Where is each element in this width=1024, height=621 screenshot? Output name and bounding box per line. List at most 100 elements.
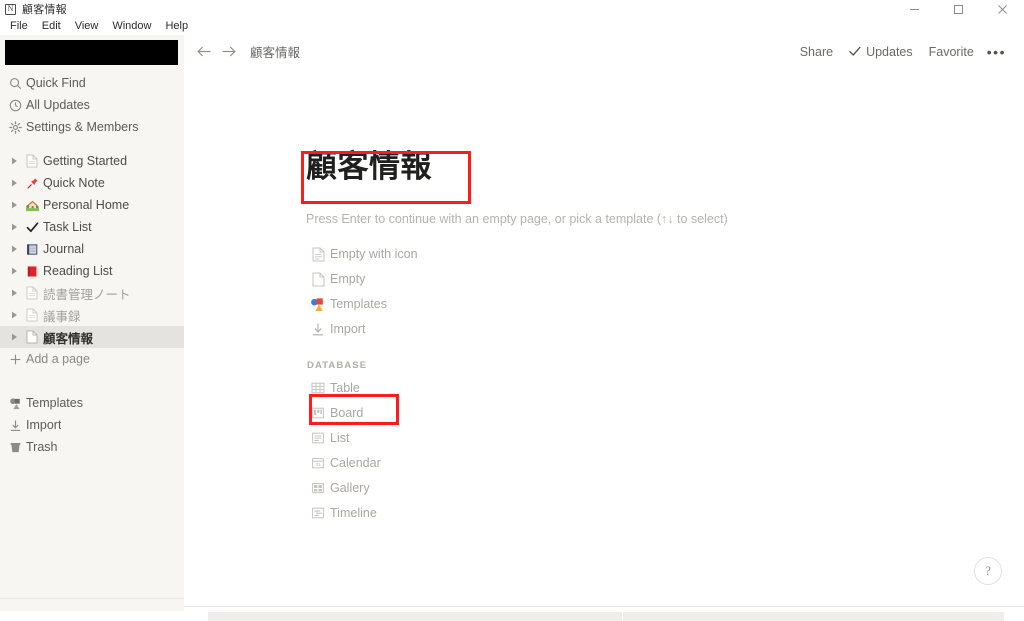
template-option-list: Empty with icon Empty Templates Import xyxy=(302,242,1024,342)
menu-view[interactable]: View xyxy=(68,18,106,35)
database-option-timeline[interactable]: Timeline xyxy=(302,501,1024,526)
sidebar-page-quick-note[interactable]: Quick Note xyxy=(0,172,184,194)
database-option-board[interactable]: Board xyxy=(302,401,1024,426)
sidebar-item-trash[interactable]: Trash xyxy=(0,436,184,458)
sidebar-item-label: Templates xyxy=(26,396,83,410)
blank-page-icon xyxy=(22,330,42,344)
timeline-icon xyxy=(306,506,330,520)
template-hint-text: Press Enter to continue with an empty pa… xyxy=(306,211,728,226)
share-button[interactable]: Share xyxy=(792,45,841,59)
blank-page-icon xyxy=(22,286,42,300)
template-option-label: Empty xyxy=(330,272,366,287)
sidebar-page-getting-started[interactable]: Getting Started xyxy=(0,150,184,172)
database-option-calendar[interactable]: 31 Calendar xyxy=(302,451,1024,476)
maximize-icon[interactable] xyxy=(936,0,980,18)
database-option-list[interactable]: List xyxy=(302,426,1024,451)
sidebar-item-label: Settings & Members xyxy=(26,120,139,134)
breadcrumb[interactable]: 顧客情報 xyxy=(250,42,300,61)
updates-button[interactable]: Updates xyxy=(841,45,921,59)
window-title: 顧客情報 xyxy=(22,4,67,16)
scrollbar-thumb[interactable] xyxy=(208,612,1004,621)
check-mark-emoji xyxy=(22,221,42,234)
sidebar-page-label: Task List xyxy=(43,220,92,234)
sidebar-item-templates[interactable]: Templates xyxy=(0,392,184,414)
calendar-icon: 31 xyxy=(306,456,330,470)
workspace-switcher-redacted[interactable] xyxy=(5,40,178,65)
plus-icon xyxy=(9,353,26,366)
check-icon xyxy=(849,46,861,57)
chevron-right-icon[interactable] xyxy=(6,289,22,297)
database-option-label: List xyxy=(330,431,350,446)
menu-help[interactable]: Help xyxy=(158,18,195,35)
sidebar-nav-group: Quick Find All Updates Settings & Member… xyxy=(0,72,184,138)
sidebar-page-label: 議事録 xyxy=(43,309,81,324)
chevron-right-icon[interactable] xyxy=(6,223,22,231)
menu-window[interactable]: Window xyxy=(105,18,158,35)
sidebar-item-import[interactable]: Import xyxy=(0,414,184,436)
sidebar-page-label: Reading List xyxy=(43,264,113,278)
closed-book-emoji xyxy=(22,265,42,278)
database-option-table[interactable]: Table xyxy=(302,376,1024,401)
help-button[interactable]: ? xyxy=(974,557,1002,585)
database-option-label: Gallery xyxy=(330,481,370,496)
sidebar-item-label: All Updates xyxy=(26,98,90,112)
sidebar-item-all-updates[interactable]: All Updates xyxy=(0,94,184,116)
favorite-label: Favorite xyxy=(928,44,974,59)
more-options-button[interactable]: ••• xyxy=(982,45,1015,59)
page-with-icon-icon xyxy=(306,247,330,262)
close-icon[interactable] xyxy=(980,0,1024,18)
sidebar-page-dokusho-kanri-note[interactable]: 読書管理ノート xyxy=(0,282,184,304)
sidebar-page-gijiroku[interactable]: 議事録 xyxy=(0,304,184,326)
menu-edit[interactable]: Edit xyxy=(35,18,68,35)
templates-icon xyxy=(9,397,26,410)
sidebar-item-label: Quick Find xyxy=(26,76,86,90)
sidebar-add-a-page-button[interactable]: Add a page xyxy=(0,348,184,370)
chevron-right-icon[interactable] xyxy=(6,267,22,275)
database-option-list: Table Board List 31 Calendar Gallery Tim… xyxy=(302,376,1024,526)
arrow-left-icon[interactable] xyxy=(197,45,212,58)
gear-icon xyxy=(9,120,26,134)
page-topbar: 顧客情報 Share Updates Favorite ••• xyxy=(184,35,1024,68)
database-option-label: Calendar xyxy=(330,456,381,471)
gallery-icon xyxy=(306,481,330,495)
page-title[interactable]: 顧客情報 xyxy=(302,148,436,186)
blank-page-icon xyxy=(22,154,42,168)
sidebar-page-task-list[interactable]: Task List xyxy=(0,216,184,238)
chevron-right-icon[interactable] xyxy=(6,311,22,319)
template-option-templates[interactable]: Templates xyxy=(302,292,1024,317)
scrollbar-seam xyxy=(622,612,623,621)
sidebar-page-journal[interactable]: Journal xyxy=(0,238,184,260)
main-content: 顧客情報 Share Updates Favorite ••• 顧客情報 Pre… xyxy=(184,35,1024,607)
favorite-button[interactable]: Favorite xyxy=(921,45,982,59)
sidebar-item-settings-members[interactable]: Settings & Members xyxy=(0,116,184,138)
template-option-empty-with-icon[interactable]: Empty with icon xyxy=(302,242,1024,267)
sidebar-page-kokyaku-joho[interactable]: 顧客情報 xyxy=(0,326,184,348)
chevron-right-icon[interactable] xyxy=(6,333,22,341)
page-body: 顧客情報 Press Enter to continue with an emp… xyxy=(184,68,1024,526)
trash-icon xyxy=(9,441,26,454)
notion-app-icon: N xyxy=(5,3,16,15)
sidebar-item-label: Import xyxy=(26,418,62,432)
chevron-right-icon[interactable] xyxy=(6,179,22,187)
sidebar-page-reading-list[interactable]: Reading List xyxy=(0,260,184,282)
notion-app-window: N 顧客情報 File Edit View Window Help Quick … xyxy=(0,0,1024,621)
sidebar-item-quick-find[interactable]: Quick Find xyxy=(0,72,184,94)
sidebar-page-personal-home[interactable]: Personal Home xyxy=(0,194,184,216)
nav-arrows xyxy=(197,45,236,58)
chevron-right-icon[interactable] xyxy=(6,157,22,165)
database-option-gallery[interactable]: Gallery xyxy=(302,476,1024,501)
menubar: File Edit View Window Help xyxy=(0,18,1024,35)
arrow-right-icon[interactable] xyxy=(221,45,236,58)
sidebar-page-label: Journal xyxy=(43,242,84,256)
chevron-right-icon[interactable] xyxy=(6,201,22,209)
menu-file[interactable]: File xyxy=(3,18,35,35)
topbar-actions: Share Updates Favorite ••• xyxy=(792,35,1015,68)
horizontal-scrollbar[interactable] xyxy=(0,611,1024,621)
search-icon xyxy=(9,77,26,90)
chevron-right-icon[interactable] xyxy=(6,245,22,253)
template-option-label: Empty with icon xyxy=(330,247,418,262)
minimize-icon[interactable] xyxy=(892,0,936,18)
svg-text:31: 31 xyxy=(315,463,321,468)
template-option-import[interactable]: Import xyxy=(302,317,1024,342)
template-option-empty[interactable]: Empty xyxy=(302,267,1024,292)
